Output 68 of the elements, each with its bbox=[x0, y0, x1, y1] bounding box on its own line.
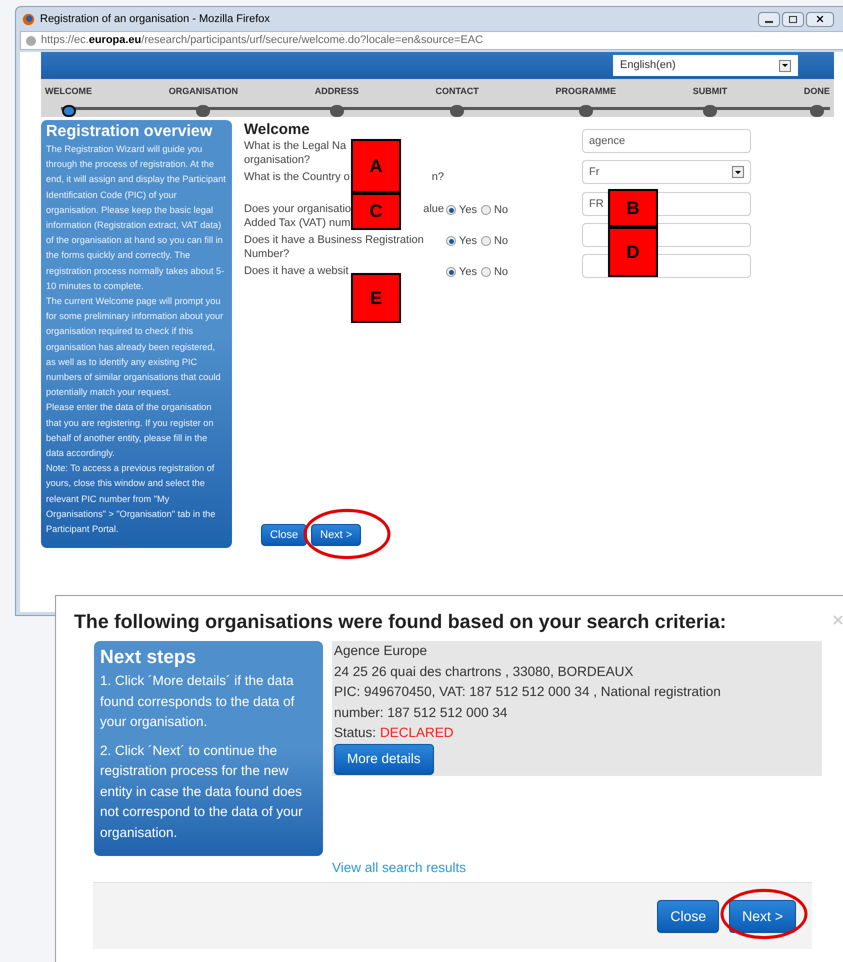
status-value: DECLARED bbox=[380, 724, 454, 742]
wizard-step[interactable]: ADDRESS bbox=[314, 79, 359, 117]
radio-label: Yes bbox=[459, 203, 477, 218]
radio-label: Yes bbox=[459, 234, 477, 249]
organisation-identifiers: PIC: 949670450, VAT: 187 512 512 000 34 , National registration number: 187 512 512 000 34 bbox=[334, 683, 722, 722]
sidebar-paragraph: Please enter the data of the organisation that you are registering. If you register on behalf of another entity, please fill in the data accordingly. bbox=[46, 401, 215, 460]
dialog-button[interactable]: Next > bbox=[311, 524, 362, 546]
globe-icon bbox=[25, 34, 37, 46]
status-label: Status: bbox=[334, 724, 376, 742]
radio-label: Yes bbox=[459, 265, 477, 280]
organisation-name: Agence Europe bbox=[334, 642, 428, 660]
sidebar-paragraph: Note: To access a previous registration of yours, close this window and select the relevant PIC number from "My Organisations" > "Organisation" tab in the Participant Portal. bbox=[46, 462, 216, 536]
dropdown-icon bbox=[779, 60, 791, 72]
radio-label: No bbox=[494, 234, 508, 249]
question-text: What is the Legal Na bbox=[244, 139, 346, 153]
close-button[interactable] bbox=[806, 12, 834, 26]
window-title: Registration of an organisation - Mozilla Firefox bbox=[40, 12, 270, 27]
annotation-marker: E bbox=[351, 273, 401, 323]
minimize-button[interactable] bbox=[758, 12, 780, 26]
question-text: Does it have a websit bbox=[244, 264, 349, 278]
sidebar-title: Registration overview bbox=[46, 122, 214, 142]
radio-button[interactable] bbox=[480, 236, 491, 246]
sidebar-paragraph: The current Welcome page will prompt you for some preliminary information about your organisation required to check if this organisation has already been registered, as well as to identify any existing PIC numbers of similar organisations that could potentially match your request. bbox=[46, 295, 224, 400]
browser-logo-icon bbox=[22, 12, 35, 26]
radio-button[interactable] bbox=[480, 205, 491, 216]
radio-button[interactable] bbox=[480, 267, 491, 278]
question-text: Does it have a Business Registration bbox=[244, 233, 424, 247]
radio-button[interactable] bbox=[446, 267, 456, 278]
dialog-button[interactable]: Close bbox=[261, 524, 308, 546]
close-icon bbox=[815, 14, 825, 24]
question-text: Added Tax (VAT) num bbox=[244, 216, 350, 230]
radio-label: No bbox=[494, 203, 508, 218]
radio-label: No bbox=[494, 265, 508, 280]
question-text: n? bbox=[432, 170, 444, 184]
annotation-marker: B bbox=[608, 189, 658, 227]
sidebar-paragraph: The Registration Wizard will guide you through the process of registration. At the end, it will assign and display the Participant Identification Code (PIC) of your organisation. Please keep the basic legal information (Registration extract, VAT data) of the organisation at hand so you can fill in the forms quickly and correctly. The registration process normally takes about 5-10 minutes to complete. bbox=[46, 143, 227, 293]
dropdown-icon bbox=[732, 166, 744, 178]
question-text: Does your organisatio bbox=[244, 202, 352, 216]
maximize-button[interactable] bbox=[782, 12, 804, 26]
dialog-button[interactable]: Close bbox=[657, 900, 720, 933]
wizard-step[interactable]: CONTACT bbox=[435, 79, 479, 117]
question-text: alue bbox=[423, 202, 444, 216]
wizard-step[interactable]: WELCOME bbox=[45, 79, 92, 117]
question-text: What is the Country o bbox=[244, 170, 350, 184]
country-select[interactable]: Fr bbox=[582, 160, 751, 184]
input-field[interactable]: agence bbox=[582, 129, 751, 153]
radio-button[interactable] bbox=[446, 236, 456, 246]
url-text: https://ec.europa.eu/research/participants/urf/secure/welcome.do?locale=en&source=EAC bbox=[41, 33, 484, 48]
organisation-address: 24 25 26 quai des chartrons , 33080, BORDEAUX bbox=[334, 662, 634, 681]
wizard-step[interactable]: SUBMIT bbox=[692, 79, 728, 117]
dialog-button[interactable]: Next > bbox=[729, 900, 796, 933]
annotation-marker: D bbox=[608, 227, 658, 277]
wizard-step[interactable]: DONE bbox=[804, 79, 830, 117]
form-title: Welcome bbox=[244, 121, 311, 139]
question-text: Number? bbox=[244, 247, 290, 261]
dialog-button[interactable]: More details bbox=[334, 744, 434, 775]
next-steps-text: 1. Click ´More details´ if the data found corresponds to the data of your organisation. bbox=[100, 672, 296, 732]
language-select[interactable]: English(en) bbox=[613, 55, 798, 76]
next-steps-text: 2. Click ´Next´ to continue the registration process for the new entity in case the data found does not correspond to the data of your organisation. bbox=[100, 742, 304, 842]
wizard-step[interactable]: PROGRAMME bbox=[556, 79, 616, 117]
wizard-step[interactable]: ORGANISATION bbox=[168, 79, 238, 117]
address-bar[interactable]: https://ec.europa.eu/research/participants/urf/secure/welcome.do?locale=en&source=EAC bbox=[20, 31, 843, 50]
next-steps-title: Next steps bbox=[100, 646, 198, 670]
radio-button[interactable] bbox=[446, 205, 456, 216]
annotation-marker: A bbox=[351, 139, 401, 193]
dialog-title: The following organisations were found based on your search criteria: bbox=[74, 610, 726, 635]
annotation-marker: C bbox=[351, 193, 401, 230]
question-text: organisation? bbox=[244, 153, 310, 167]
